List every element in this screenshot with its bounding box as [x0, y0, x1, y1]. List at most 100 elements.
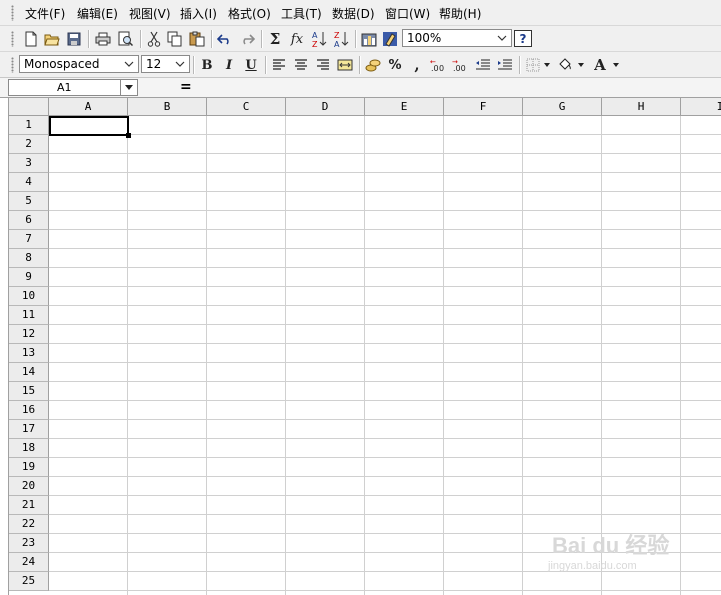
row-header[interactable]: 13	[9, 344, 49, 363]
row-header[interactable]: 16	[9, 401, 49, 420]
svg-text:A: A	[312, 31, 318, 40]
formula-equals-button[interactable]: =	[180, 79, 192, 95]
column-header[interactable]: C	[207, 98, 286, 116]
menu-grip-icon[interactable]	[11, 5, 14, 21]
row-header[interactable]: 17	[9, 420, 49, 439]
new-document-icon[interactable]	[21, 29, 41, 49]
row-header[interactable]: 11	[9, 306, 49, 325]
row-header[interactable]: 5	[9, 192, 49, 211]
toolbar-grip-icon[interactable]	[11, 31, 14, 47]
decrease-decimal-icon[interactable]: → .00	[451, 55, 471, 75]
select-all-corner[interactable]	[9, 98, 49, 116]
sort-ascending-icon[interactable]: AZ	[309, 29, 329, 49]
italic-button[interactable]: I	[219, 55, 239, 75]
active-cell-a1[interactable]	[49, 116, 129, 136]
currency-icon[interactable]	[363, 55, 383, 75]
row-header[interactable]: 25	[9, 572, 49, 591]
column-header[interactable]: G	[523, 98, 602, 116]
row-header[interactable]: 8	[9, 249, 49, 268]
row-header[interactable]: 24	[9, 553, 49, 572]
column-header[interactable]: H	[602, 98, 681, 116]
cut-icon[interactable]	[144, 29, 164, 49]
function-button[interactable]: fx	[287, 29, 307, 49]
fill-color-dropdown-icon[interactable]	[575, 55, 587, 75]
menu-insert[interactable]: 插入(I)	[180, 5, 217, 22]
chart-wizard-icon[interactable]	[359, 29, 379, 49]
row-header[interactable]: 23	[9, 534, 49, 553]
sort-descending-icon[interactable]: ZA	[331, 29, 351, 49]
row-header[interactable]: 18	[9, 439, 49, 458]
row-header[interactable]: 12	[9, 325, 49, 344]
row-header[interactable]: 19	[9, 458, 49, 477]
align-right-icon[interactable]	[313, 55, 333, 75]
menu-help[interactable]: 帮助(H)	[439, 5, 481, 22]
svg-text:A: A	[334, 40, 340, 48]
borders-dropdown-icon[interactable]	[541, 55, 553, 75]
row-header[interactable]: 2	[9, 135, 49, 154]
font-name-select[interactable]: Monospaced	[19, 55, 139, 73]
svg-text:.00: .00	[453, 64, 466, 72]
copy-icon[interactable]	[165, 29, 185, 49]
fill-color-icon[interactable]	[555, 55, 575, 75]
chevron-down-icon[interactable]	[173, 57, 187, 71]
row-header[interactable]: 7	[9, 230, 49, 249]
row-header[interactable]: 6	[9, 211, 49, 230]
undo-icon[interactable]	[215, 29, 235, 49]
cell-grid[interactable]	[49, 116, 721, 595]
menu-format[interactable]: 格式(O)	[228, 5, 271, 22]
increase-decimal-icon[interactable]: ← .0 0	[429, 55, 449, 75]
comma-style-button[interactable]: ,	[407, 55, 427, 75]
percent-button[interactable]: %	[385, 55, 405, 75]
menu-edit[interactable]: 编辑(E)	[77, 5, 118, 22]
spreadsheet: ABCDEFGHI 123456789101112131415161718192…	[8, 98, 721, 595]
row-header[interactable]: 22	[9, 515, 49, 534]
merge-center-icon[interactable]	[335, 55, 355, 75]
borders-icon[interactable]	[523, 55, 543, 75]
fill-handle[interactable]	[126, 133, 131, 138]
column-header[interactable]: F	[444, 98, 523, 116]
row-header[interactable]: 9	[9, 268, 49, 287]
drawing-icon[interactable]	[380, 29, 400, 49]
row-header[interactable]: 4	[9, 173, 49, 192]
paste-icon[interactable]	[187, 29, 207, 49]
format-toolbar-grip-icon[interactable]	[11, 57, 14, 73]
row-header[interactable]: 20	[9, 477, 49, 496]
chevron-down-icon[interactable]	[120, 80, 136, 95]
bold-button[interactable]: B	[197, 55, 217, 75]
row-header[interactable]: 21	[9, 496, 49, 515]
print-icon[interactable]	[93, 29, 113, 49]
row-header[interactable]: 10	[9, 287, 49, 306]
autosum-button[interactable]: Σ	[265, 29, 285, 49]
menu-data[interactable]: 数据(D)	[332, 5, 375, 22]
open-folder-icon[interactable]	[42, 29, 62, 49]
underline-button[interactable]: U	[241, 55, 261, 75]
menu-tools[interactable]: 工具(T)	[281, 5, 322, 22]
menu-view[interactable]: 视图(V)	[129, 5, 171, 22]
align-left-icon[interactable]	[269, 55, 289, 75]
chevron-down-icon[interactable]	[495, 31, 509, 45]
align-center-icon[interactable]	[291, 55, 311, 75]
column-header[interactable]: A	[49, 98, 128, 116]
column-header[interactable]: B	[128, 98, 207, 116]
menu-file[interactable]: 文件(F)	[25, 5, 65, 22]
font-size-select[interactable]: 12	[141, 55, 190, 73]
column-header[interactable]: I	[681, 98, 721, 116]
save-icon[interactable]	[64, 29, 84, 49]
column-header[interactable]: D	[286, 98, 365, 116]
column-header[interactable]: E	[365, 98, 444, 116]
help-button[interactable]: ?	[514, 30, 532, 47]
menu-window[interactable]: 窗口(W)	[385, 5, 430, 22]
zoom-select[interactable]: 100%	[402, 29, 512, 47]
name-box[interactable]: A1	[8, 79, 138, 96]
font-color-button[interactable]: A	[590, 55, 610, 75]
chevron-down-icon[interactable]	[122, 57, 136, 71]
font-color-dropdown-icon[interactable]	[610, 55, 622, 75]
decrease-indent-icon[interactable]	[473, 55, 493, 75]
row-header[interactable]: 3	[9, 154, 49, 173]
increase-indent-icon[interactable]	[495, 55, 515, 75]
row-header[interactable]: 15	[9, 382, 49, 401]
row-header[interactable]: 1	[9, 116, 49, 135]
redo-icon[interactable]	[237, 29, 257, 49]
print-preview-icon[interactable]	[115, 29, 135, 49]
row-header[interactable]: 14	[9, 363, 49, 382]
